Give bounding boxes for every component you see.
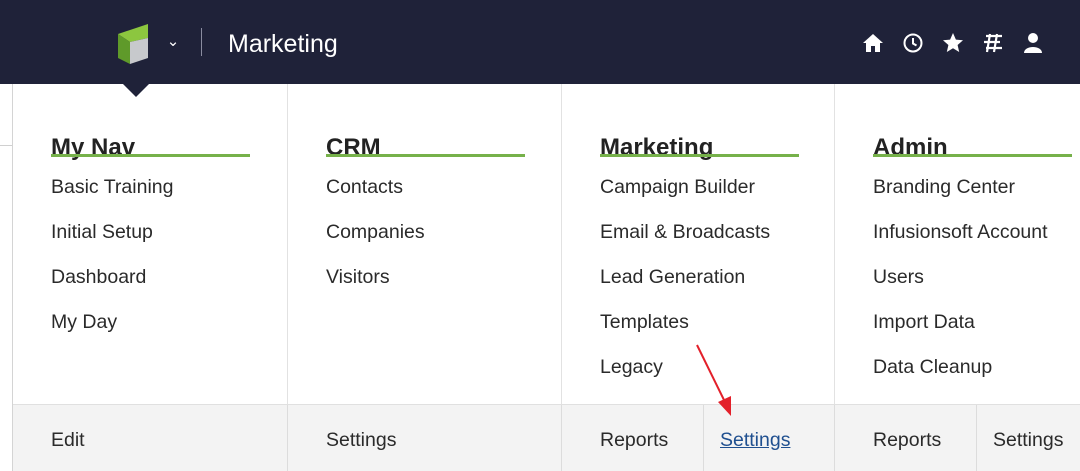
column-title-marketing: Marketing — [600, 134, 714, 161]
column-title-admin: Admin — [873, 134, 948, 161]
menu-item-data-cleanup[interactable]: Data Cleanup — [873, 357, 1048, 402]
column-title-my-nav: My Nav — [51, 134, 136, 161]
header-divider — [201, 28, 202, 56]
menu-item-initial-setup[interactable]: Initial Setup — [51, 222, 173, 267]
menu-footer: Edit Settings Reports Settings Reports S… — [13, 404, 1080, 471]
column-underline — [326, 154, 525, 157]
my-nav-edit-link[interactable]: Edit — [51, 405, 85, 471]
infusionsoft-logo-icon[interactable] — [118, 24, 148, 64]
menu-item-users[interactable]: Users — [873, 267, 1048, 312]
menu-caret — [123, 84, 149, 97]
menu-item-import-data[interactable]: Import Data — [873, 312, 1048, 357]
menu-item-basic-training[interactable]: Basic Training — [51, 177, 173, 222]
footer-cell-admin: Reports Settings — [835, 405, 1080, 471]
footer-link-divider — [703, 405, 704, 471]
menu-column-marketing: Marketing Campaign Builder Email & Broad… — [562, 84, 835, 404]
menu-column-my-nav: My Nav Basic Training Initial Setup Dash… — [13, 84, 288, 404]
footer-cell-marketing: Reports Settings — [562, 405, 835, 471]
menu-item-companies[interactable]: Companies — [326, 222, 425, 267]
current-app-title[interactable]: Marketing — [228, 30, 338, 58]
column-underline — [873, 154, 1072, 157]
marketing-item-list: Campaign Builder Email & Broadcasts Lead… — [600, 177, 770, 402]
footer-cell-crm: Settings — [288, 405, 562, 471]
menu-item-campaign-builder[interactable]: Campaign Builder — [600, 177, 770, 222]
admin-reports-link[interactable]: Reports — [873, 405, 941, 471]
menu-column-admin: Admin Branding Center Infusionsoft Accou… — [835, 84, 1080, 404]
menu-item-email-broadcasts[interactable]: Email & Broadcasts — [600, 222, 770, 267]
footer-link-divider — [976, 405, 977, 471]
marketing-reports-link[interactable]: Reports — [600, 405, 668, 471]
star-icon[interactable] — [940, 30, 966, 56]
menu-column-crm: CRM Contacts Companies Visitors — [288, 84, 562, 404]
menu-item-visitors[interactable]: Visitors — [326, 267, 425, 312]
menu-item-legacy[interactable]: Legacy — [600, 357, 770, 402]
grid-icon[interactable] — [980, 30, 1006, 56]
top-navigation-bar: ⌄ Marketing — [0, 0, 1080, 84]
page-edge-line — [0, 145, 12, 146]
menu-item-infusionsoft-account[interactable]: Infusionsoft Account — [873, 222, 1048, 267]
marketing-settings-link[interactable]: Settings — [720, 405, 790, 471]
footer-cell-my-nav: Edit — [13, 405, 288, 471]
admin-settings-link[interactable]: Settings — [993, 405, 1063, 471]
menu-item-branding-center[interactable]: Branding Center — [873, 177, 1048, 222]
menu-item-contacts[interactable]: Contacts — [326, 177, 425, 222]
column-title-crm: CRM — [326, 134, 381, 161]
home-icon[interactable] — [860, 30, 886, 56]
crm-settings-link[interactable]: Settings — [326, 405, 396, 471]
user-icon[interactable] — [1020, 30, 1046, 56]
column-underline — [600, 154, 799, 157]
admin-item-list: Branding Center Infusionsoft Account Use… — [873, 177, 1048, 402]
menu-item-lead-generation[interactable]: Lead Generation — [600, 267, 770, 312]
column-underline — [51, 154, 250, 157]
menu-item-templates[interactable]: Templates — [600, 312, 770, 357]
menu-item-dashboard[interactable]: Dashboard — [51, 267, 173, 312]
clock-icon[interactable] — [900, 30, 926, 56]
menu-item-my-day[interactable]: My Day — [51, 312, 173, 357]
app-switcher-chevron-icon[interactable]: ⌄ — [163, 30, 183, 54]
header-icon-group — [860, 30, 1046, 56]
my-nav-item-list: Basic Training Initial Setup Dashboard M… — [51, 177, 173, 357]
crm-item-list: Contacts Companies Visitors — [326, 177, 425, 312]
mega-menu-panel: My Nav Basic Training Initial Setup Dash… — [12, 84, 1080, 471]
